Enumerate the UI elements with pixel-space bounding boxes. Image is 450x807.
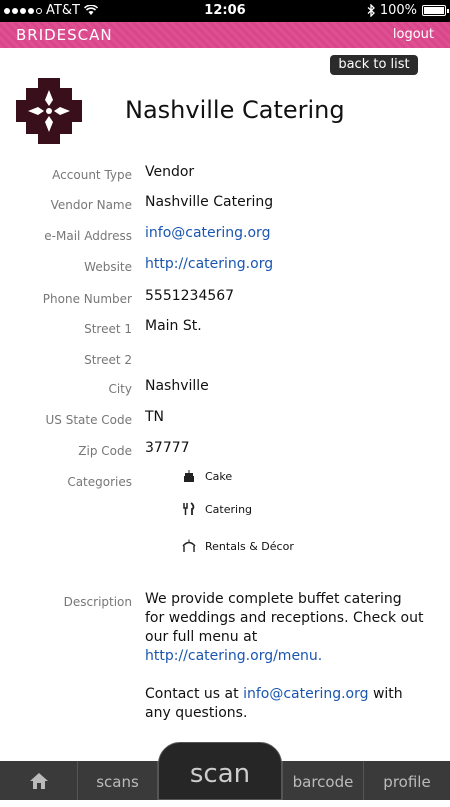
- tab-home[interactable]: [0, 761, 78, 800]
- field-website: Website http://catering.org: [0, 256, 450, 280]
- field-value: TN: [145, 409, 165, 425]
- fork-knife-icon: [183, 502, 195, 515]
- category-item: Catering: [182, 502, 252, 516]
- field-state: US State Code TN: [0, 409, 450, 433]
- field-phone: Phone Number 5551234567: [0, 288, 450, 312]
- vendor-title: Nashville Catering: [125, 96, 345, 124]
- description-text: We provide complete buffet catering for …: [145, 590, 425, 723]
- scan-button[interactable]: scan: [158, 742, 282, 800]
- field-street1: Street 1 Main St.: [0, 318, 450, 342]
- website-link[interactable]: http://catering.org: [145, 256, 273, 272]
- battery-percent: 100%: [379, 3, 417, 18]
- bluetooth-icon: [367, 4, 375, 17]
- field-label: Account Type: [52, 168, 132, 182]
- battery-icon: [422, 5, 449, 16]
- field-label: Phone Number: [42, 292, 132, 306]
- field-value: Main St.: [145, 318, 202, 334]
- field-label: Vendor Name: [50, 198, 132, 212]
- field-email: e-Mail Address info@catering.org: [0, 225, 450, 249]
- field-value: Nashville Catering: [145, 194, 274, 210]
- category-label: Rentals & Décor: [205, 539, 294, 553]
- app-header: BRIDESCAN logout: [0, 22, 450, 48]
- field-label: US State Code: [45, 413, 132, 427]
- cake-icon: [184, 470, 194, 482]
- field-zip: Zip Code 37777: [0, 440, 450, 464]
- back-to-list-button[interactable]: back to list: [330, 55, 418, 75]
- status-bar: AT&T 12:06 100%: [0, 0, 450, 22]
- field-label: Categories: [67, 475, 132, 489]
- field-label: Website: [84, 260, 132, 274]
- description-body: We provide complete buffet catering for …: [145, 591, 424, 645]
- field-city: City Nashville: [0, 378, 450, 402]
- field-vendor-name: Vendor Name Nashville Catering: [0, 194, 450, 218]
- field-value: 37777: [145, 440, 190, 456]
- field-label: City: [108, 382, 132, 396]
- field-value: Vendor: [145, 164, 195, 180]
- brand-logo-text: BRIDESCAN: [16, 26, 113, 44]
- status-right: 100%: [367, 3, 449, 18]
- field-label: e-Mail Address: [44, 229, 132, 243]
- field-label: Description: [63, 595, 132, 609]
- field-account-type: Account Type Vendor: [0, 164, 450, 188]
- tab-scans[interactable]: scans: [78, 761, 158, 800]
- field-value: 5551234567: [145, 288, 235, 304]
- category-item: Rentals & Décor: [182, 539, 294, 553]
- menu-link[interactable]: http://catering.org/menu.: [145, 648, 322, 664]
- contact-email-link[interactable]: info@catering.org: [243, 686, 368, 702]
- field-value: Nashville: [145, 378, 209, 394]
- field-label: Zip Code: [78, 444, 132, 458]
- contact-prefix: Contact us at: [145, 686, 239, 702]
- field-label: Street 2: [84, 353, 132, 367]
- vendor-logo: [16, 78, 82, 144]
- category-item: Cake: [182, 469, 232, 483]
- field-street2: Street 2: [0, 349, 450, 373]
- category-label: Catering: [205, 502, 253, 516]
- home-icon: [29, 773, 48, 789]
- category-label: Cake: [205, 469, 233, 483]
- email-link[interactable]: info@catering.org: [145, 225, 270, 241]
- tab-barcode[interactable]: barcode: [282, 761, 364, 800]
- tent-icon: [182, 539, 196, 552]
- logout-link[interactable]: logout: [393, 27, 434, 42]
- field-label: Street 1: [84, 322, 132, 336]
- tab-profile[interactable]: profile: [364, 761, 450, 800]
